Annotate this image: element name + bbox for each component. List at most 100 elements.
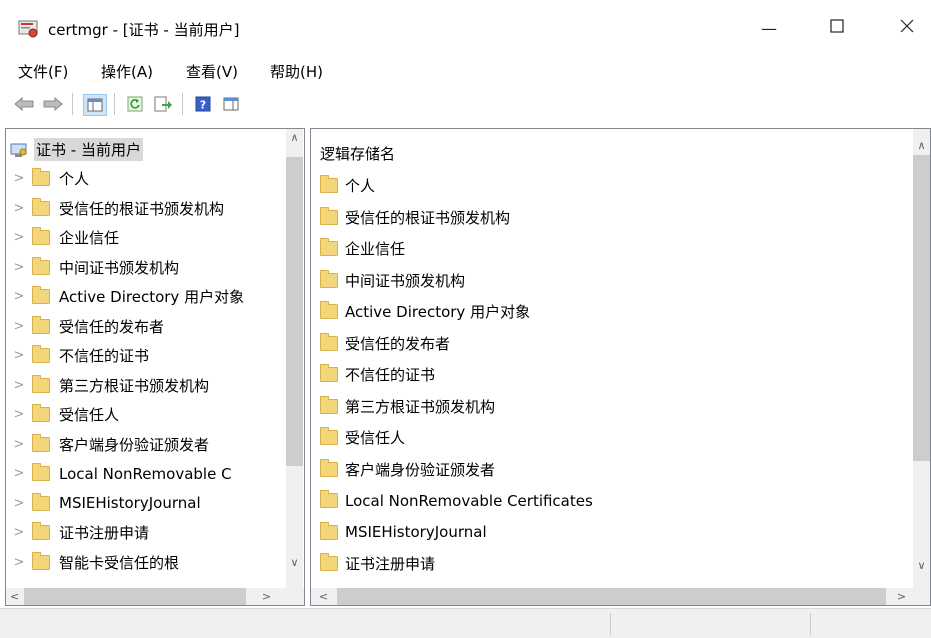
folder-icon <box>320 521 338 540</box>
minimize-icon: — <box>761 18 777 38</box>
tree-root[interactable]: 证书 - 当前用户 <box>10 135 285 164</box>
tree-vertical-scrollbar[interactable]: ∧ ∨ <box>286 129 303 588</box>
certmgr-app-icon[interactable] <box>18 20 38 38</box>
menu-file[interactable]: 文件(F) <box>18 61 68 82</box>
list-item-label: 证书注册申请 <box>345 555 436 573</box>
list-scroll-thumb[interactable] <box>913 155 930 461</box>
refresh-icon[interactable] <box>124 94 146 114</box>
list-item[interactable]: 中间证书颁发机构 <box>320 265 465 296</box>
chevron-right-icon[interactable]: > <box>6 260 32 275</box>
certificate-store-icon <box>10 142 28 158</box>
scroll-right-icon[interactable]: > <box>258 588 275 605</box>
chevron-right-icon[interactable]: > <box>6 230 32 245</box>
tree-item-label: 受信任人 <box>59 406 120 424</box>
list-vertical-scrollbar[interactable]: ∧ ∨ <box>913 129 930 588</box>
list-item[interactable]: MSIEHistoryJournal <box>320 517 487 548</box>
forward-icon[interactable] <box>42 94 64 114</box>
tree-item[interactable]: > 智能卡受信任的根 <box>6 548 281 577</box>
properties-icon[interactable] <box>220 94 242 114</box>
tree-pane[interactable]: 证书 - 当前用户 > 个人 > 受信任的根证书颁发机构 > 企业信任 > 中间证书颁发机构 >… <box>5 128 305 606</box>
column-header-logical-store[interactable]: 逻辑存储名 <box>320 143 395 164</box>
chevron-right-icon[interactable]: > <box>6 289 32 304</box>
scroll-up-icon[interactable]: ∧ <box>286 129 303 146</box>
tree-horizontal-scrollbar[interactable]: < > <box>6 588 304 605</box>
tree-item-label: 不信任的证书 <box>59 347 150 365</box>
tree-item-label: 第三方根证书颁发机构 <box>59 376 210 395</box>
tree-item[interactable]: > Active Directory 用户对象 <box>6 282 281 311</box>
folder-icon <box>32 168 50 186</box>
list-item-label: Active Directory 用户对象 <box>345 303 531 321</box>
scroll-down-icon[interactable]: ∨ <box>286 554 303 571</box>
list-item[interactable]: 个人 <box>320 170 375 201</box>
list-item[interactable]: 不信任的证书 <box>320 359 435 390</box>
tree-item[interactable]: > 证书注册申请 <box>6 518 281 547</box>
chevron-right-icon[interactable]: > <box>6 171 32 186</box>
export-list-icon[interactable] <box>152 94 174 114</box>
tree-item[interactable]: > 中间证书颁发机构 <box>6 253 281 282</box>
folder-icon <box>320 490 338 508</box>
svg-text:?: ? <box>200 99 206 112</box>
list-item[interactable]: 受信任人 <box>320 422 405 453</box>
chevron-right-icon[interactable]: > <box>6 348 32 363</box>
list-item[interactable]: 证书注册申请 <box>320 548 435 579</box>
folder-icon <box>320 269 338 288</box>
folder-icon <box>32 492 50 511</box>
chevron-right-icon[interactable]: > <box>6 319 32 334</box>
title-bar: certmgr - [证书 - 当前用户] — <box>0 0 931 56</box>
list-item[interactable]: 第三方根证书颁发机构 <box>320 391 495 422</box>
list-item[interactable]: 企业信任 <box>320 233 405 264</box>
tree-item[interactable]: > 受信任的根证书颁发机构 <box>6 194 281 223</box>
menu-help[interactable]: 帮助(H) <box>270 61 323 82</box>
scroll-left-icon[interactable]: < <box>315 588 332 605</box>
list-item[interactable]: Local NonRemovable Certificates <box>320 485 593 516</box>
tree-scroll-thumb[interactable] <box>286 157 303 466</box>
chevron-right-icon[interactable]: > <box>6 525 32 540</box>
chevron-right-icon[interactable]: > <box>6 201 32 216</box>
scroll-left-icon[interactable]: < <box>6 588 23 605</box>
tree-item[interactable]: > 客户端身份验证颁发者 <box>6 430 281 459</box>
chevron-right-icon[interactable]: > <box>6 437 32 452</box>
list-hscroll-thumb[interactable] <box>337 588 886 605</box>
list-horizontal-scrollbar[interactable]: < > <box>311 588 930 605</box>
list-item[interactable]: 受信任的发布者 <box>320 328 450 359</box>
chevron-right-icon[interactable]: > <box>6 378 32 393</box>
chevron-right-icon[interactable]: > <box>6 407 32 422</box>
tree-item[interactable]: > 个人 <box>6 164 281 193</box>
close-button[interactable] <box>884 8 930 48</box>
scroll-up-icon[interactable]: ∧ <box>913 137 930 154</box>
tree-item[interactable]: > 受信任的发布者 <box>6 312 281 341</box>
list-item-label: 客户端身份验证颁发者 <box>345 460 496 479</box>
list-item-label: 受信任的根证书颁发机构 <box>345 208 511 227</box>
tree-item[interactable]: > 第三方根证书颁发机构 <box>6 371 281 400</box>
list-item[interactable]: 客户端身份验证颁发者 <box>320 454 495 485</box>
toolbar-separator <box>182 93 183 115</box>
scroll-right-icon[interactable]: > <box>893 588 910 605</box>
list-item[interactable]: Active Directory 用户对象 <box>320 296 530 327</box>
toolbar: ? <box>0 88 931 120</box>
chevron-right-icon[interactable]: > <box>6 496 32 511</box>
folder-icon <box>32 227 50 245</box>
folder-icon <box>32 433 50 452</box>
tree-item[interactable]: > 企业信任 <box>6 223 281 252</box>
maximize-icon <box>830 19 844 37</box>
help-icon[interactable]: ? <box>192 94 214 114</box>
show-hide-tree-icon[interactable] <box>83 94 107 116</box>
tree-item[interactable]: > 不信任的证书 <box>6 341 281 370</box>
tree-item[interactable]: > Local NonRemovable C <box>6 459 281 488</box>
tree-hscroll-thumb[interactable] <box>24 588 246 605</box>
tree-item[interactable]: > MSIEHistoryJournal <box>6 489 281 518</box>
scroll-down-icon[interactable]: ∨ <box>913 557 930 574</box>
back-icon[interactable] <box>13 94 35 114</box>
list-item-label: 第三方根证书颁发机构 <box>345 397 496 416</box>
menu-view[interactable]: 查看(V) <box>186 61 238 82</box>
menu-action[interactable]: 操作(A) <box>101 61 153 82</box>
list-pane[interactable]: 逻辑存储名 个人受信任的根证书颁发机构企业信任 中间证书颁发机构 Active Di… <box>310 128 931 606</box>
chevron-right-icon[interactable]: > <box>6 555 32 570</box>
tree-item[interactable]: > 受信任人 <box>6 400 281 429</box>
list-item[interactable]: 受信任的根证书颁发机构 <box>320 202 510 233</box>
chevron-right-icon[interactable]: > <box>6 466 32 481</box>
maximize-button[interactable] <box>814 8 860 48</box>
list-item-label: 受信任的发布者 <box>345 334 451 353</box>
minimize-button[interactable]: — <box>746 8 792 48</box>
folder-icon <box>32 197 50 216</box>
